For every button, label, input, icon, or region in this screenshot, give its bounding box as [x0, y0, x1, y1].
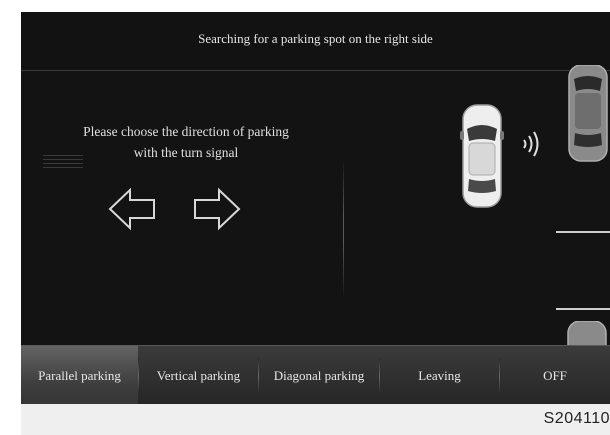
sensor-waves-icon: [521, 129, 541, 164]
turn-right-arrow-icon[interactable]: [193, 187, 241, 236]
instruction-text: Please choose the direction of parking w…: [41, 121, 331, 163]
car-icon: [459, 101, 505, 216]
tab-parallel-parking[interactable]: Parallel parking: [21, 346, 138, 404]
parking-mode-tabs: Parallel parking Vertical parking Diagon…: [21, 345, 610, 404]
parking-spot-line: [556, 231, 610, 233]
tab-leaving[interactable]: Leaving: [380, 346, 499, 404]
header-title: Searching for a parking spot on the righ…: [198, 31, 433, 46]
divider-line: [343, 159, 344, 299]
tab-off[interactable]: OFF: [500, 346, 610, 404]
parked-car-icon: [566, 64, 610, 170]
figure-code: S204110: [543, 410, 610, 427]
parking-assist-screen: Searching for a parking spot on the righ…: [21, 12, 610, 404]
instruction-line-2: with the turn signal: [133, 145, 239, 160]
header-bar: Searching for a parking spot on the righ…: [21, 12, 610, 71]
tab-diagonal-parking[interactable]: Diagonal parking: [259, 346, 379, 404]
parking-spot-line: [556, 308, 610, 310]
instruction-line-1: Please choose the direction of parking: [83, 124, 289, 139]
tab-vertical-parking[interactable]: Vertical parking: [139, 346, 258, 404]
parking-view: Please choose the direction of parking w…: [21, 64, 610, 362]
turn-left-arrow-icon[interactable]: [108, 187, 156, 236]
figure-footer: S204110: [21, 404, 610, 435]
